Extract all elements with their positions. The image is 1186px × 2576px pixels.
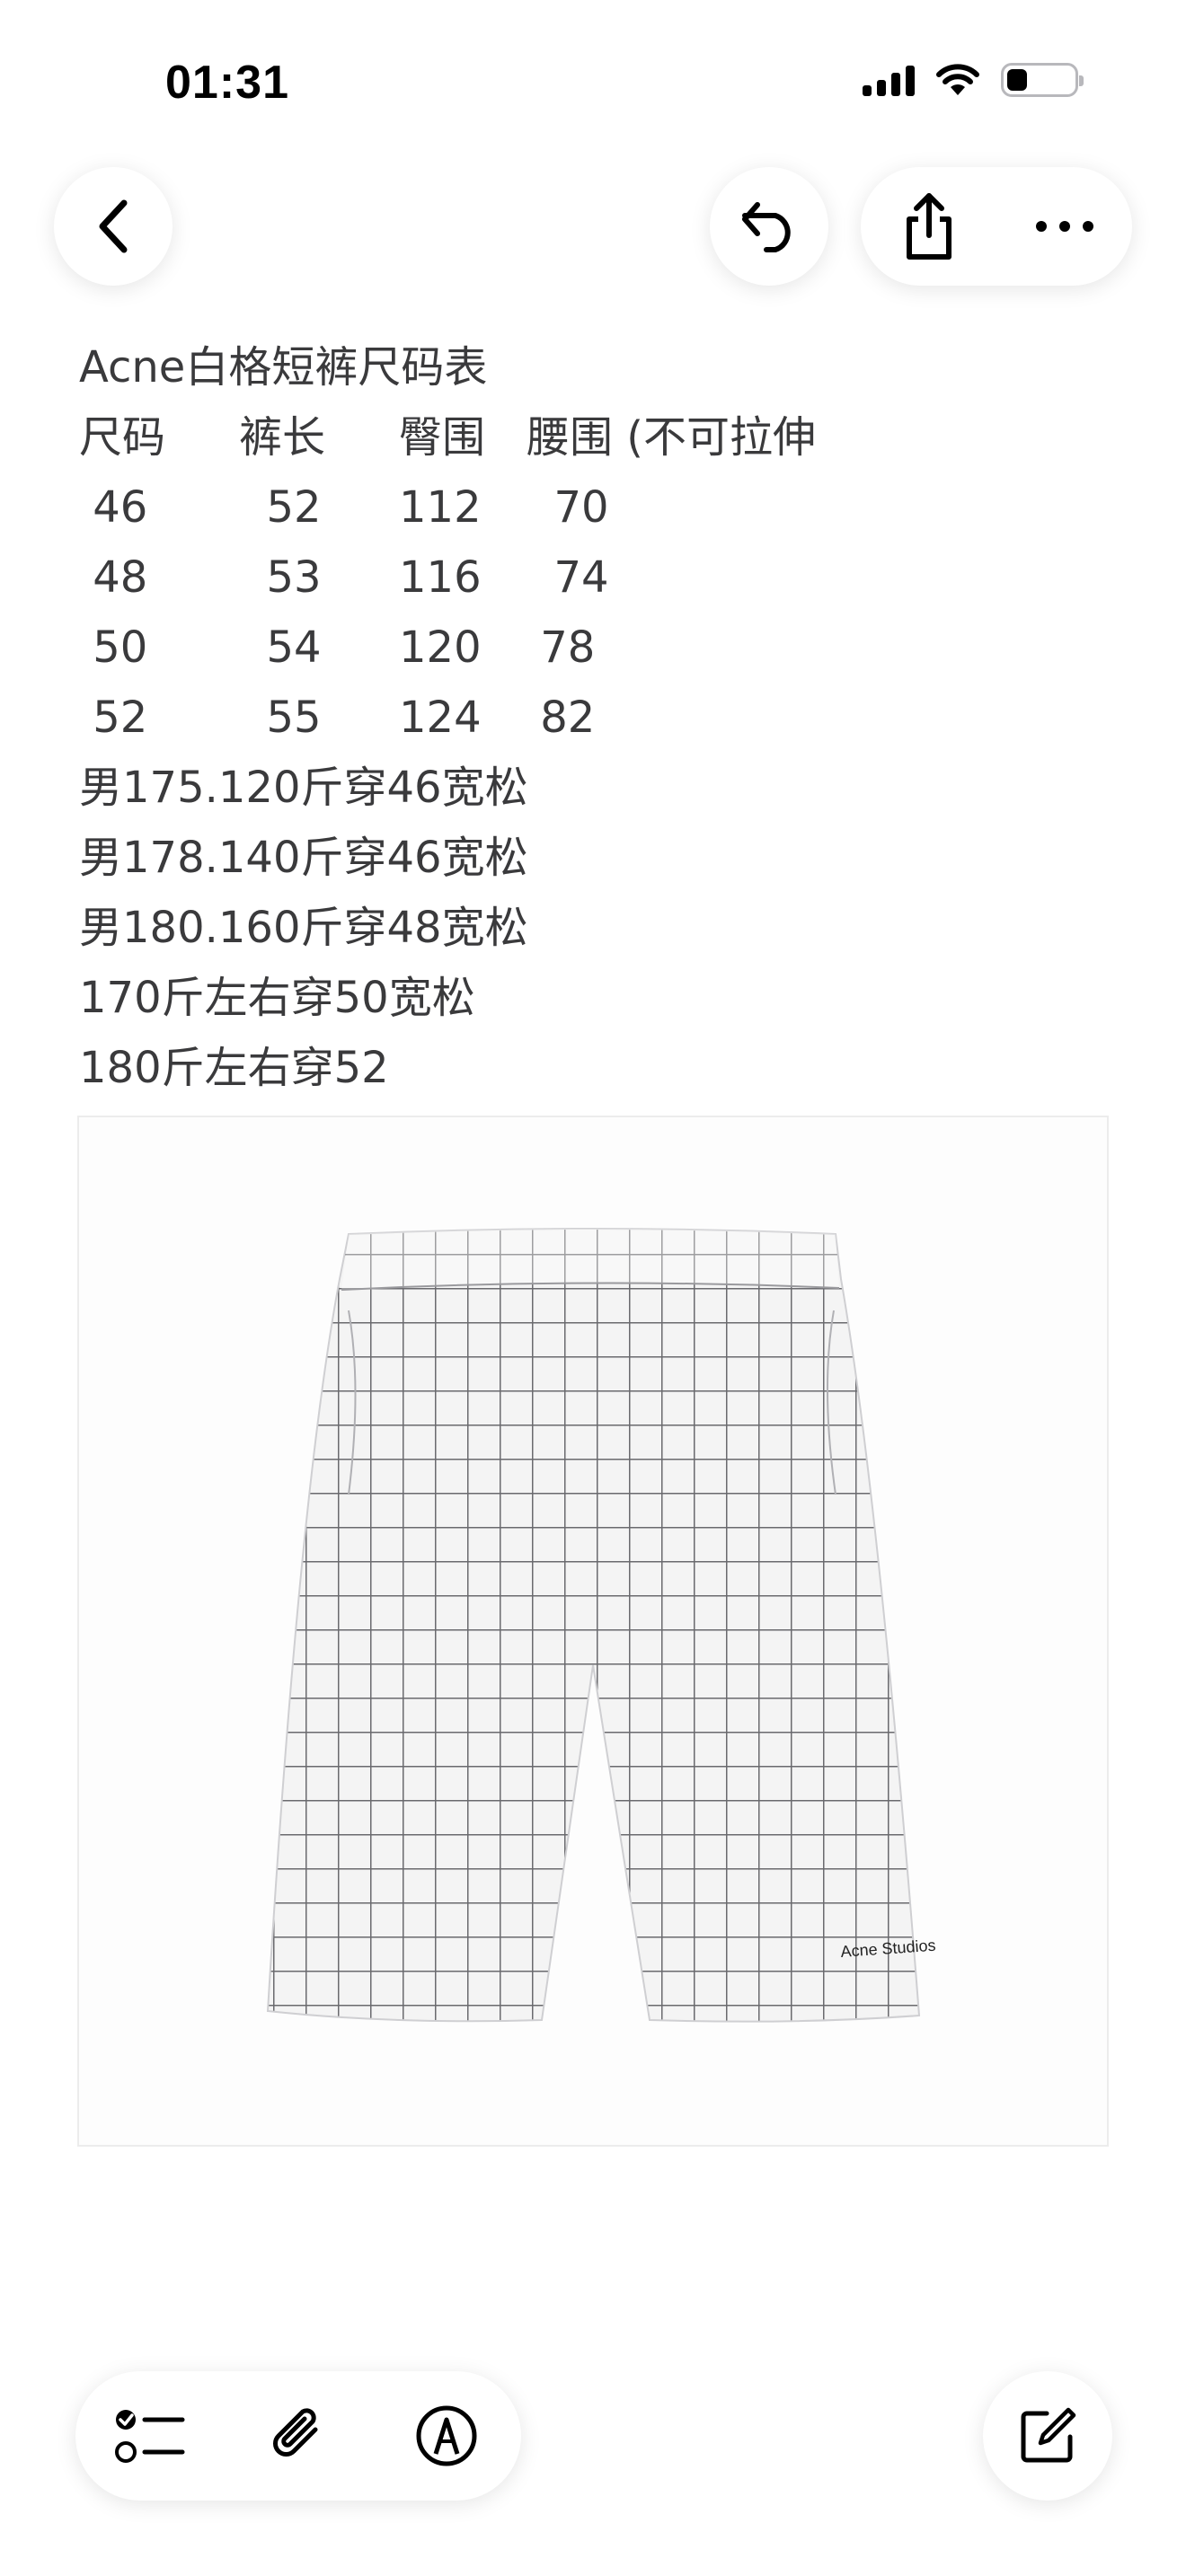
table-header-cell: 尺码 xyxy=(79,412,166,463)
table-header-cell: 腰围 (不可拉伸 xyxy=(527,412,816,463)
table-cell: 120 xyxy=(399,622,482,673)
table-cell: 53 xyxy=(239,552,322,603)
share-button[interactable] xyxy=(871,167,987,286)
pen-markup-icon xyxy=(416,2405,477,2466)
table-cell: 55 xyxy=(239,693,322,743)
recommendation-line: 男180.160斤穿48宽松 xyxy=(79,903,528,953)
bottom-toolbar xyxy=(75,2371,521,2501)
table-cell: 78 xyxy=(527,622,596,673)
recommendation-line: 男175.120斤穿46宽松 xyxy=(79,763,528,813)
table-cell: 52 xyxy=(239,482,322,533)
status-icons xyxy=(863,63,1084,97)
paperclip-icon xyxy=(273,2408,318,2457)
table-header-cell: 裤长 xyxy=(239,412,326,463)
table-cell: 124 xyxy=(399,693,482,743)
note-body[interactable]: Acne白格短裤尺码表 尺码 裤长 臀围 腰围 (不可拉伸 46 52 112 … xyxy=(79,332,1112,1103)
size-table: 尺码 裤长 臀围 腰围 (不可拉伸 46 52 112 70 48 53 116… xyxy=(79,402,1112,753)
table-cell: 74 xyxy=(527,552,609,603)
status-time: 01:31 xyxy=(165,57,289,109)
markup-button[interactable] xyxy=(379,2371,514,2501)
table-cell: 112 xyxy=(399,482,482,533)
table-cell: 52 xyxy=(79,693,148,743)
table-cell: 46 xyxy=(79,482,148,533)
checklist-button[interactable] xyxy=(83,2371,217,2501)
shorts-photo[interactable]: Acne Studios xyxy=(77,1116,1109,2147)
table-cell: 70 xyxy=(527,482,609,533)
share-more-group xyxy=(861,167,1132,286)
chevron-left-icon xyxy=(99,199,128,253)
ellipsis-icon xyxy=(1035,221,1093,232)
share-icon xyxy=(906,193,951,260)
table-cell: 82 xyxy=(527,693,596,743)
table-cell: 116 xyxy=(399,552,482,603)
undo-icon xyxy=(742,202,791,252)
table-cell: 50 xyxy=(79,622,148,673)
cellular-signal-icon xyxy=(863,64,915,96)
undo-button[interactable] xyxy=(710,167,828,286)
compose-icon xyxy=(1021,2407,1076,2463)
checklist-icon xyxy=(114,2410,185,2463)
attach-button[interactable] xyxy=(231,2371,366,2501)
note-title: Acne白格短裤尺码表 xyxy=(79,342,488,393)
more-button[interactable] xyxy=(1006,167,1123,286)
plaid-shorts-image: Acne Studios xyxy=(266,1228,936,2023)
table-header-cell: 臀围 xyxy=(399,412,486,463)
table-cell: 54 xyxy=(239,622,322,673)
battery-icon xyxy=(1001,63,1084,97)
wifi-icon xyxy=(936,64,979,95)
recommendation-line: 170斤左右穿50宽松 xyxy=(79,973,475,1023)
back-button[interactable] xyxy=(54,167,173,286)
table-cell: 48 xyxy=(79,552,148,603)
battery-level xyxy=(1007,69,1027,91)
compose-button[interactable] xyxy=(983,2371,1112,2501)
recommendation-line: 180斤左右穿52 xyxy=(79,1043,389,1093)
recommendation-line: 男178.140斤穿46宽松 xyxy=(79,833,528,883)
